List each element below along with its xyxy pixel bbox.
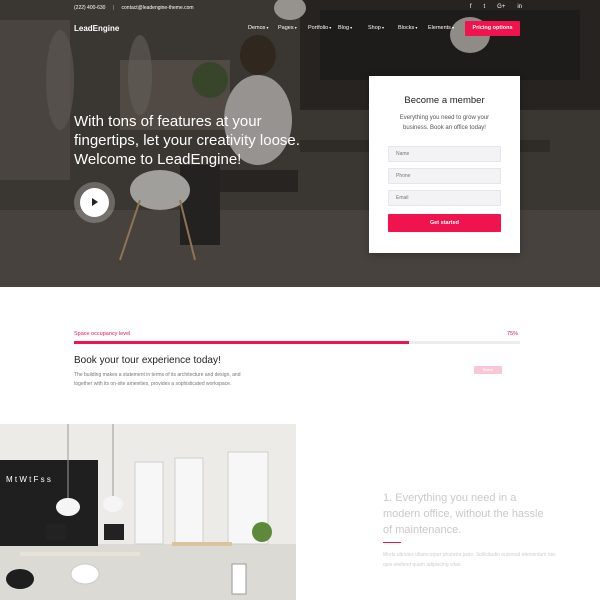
feature-title: 1. Everything you need in a modern offic… bbox=[383, 492, 544, 536]
office-illustration: M t W t F s s bbox=[0, 424, 296, 600]
play-video-button[interactable] bbox=[74, 182, 115, 223]
email-field[interactable]: Email bbox=[388, 190, 501, 206]
svg-text:M t W t F s s: M t W t F s s bbox=[6, 475, 51, 484]
feature-description: Morbi ultricies ullamcorper pharetra jus… bbox=[383, 552, 556, 568]
nav-item-blocks[interactable]: Blocks bbox=[398, 25, 428, 31]
progress-fill bbox=[74, 341, 409, 344]
tour-description: The building makes a statement in terms … bbox=[74, 372, 241, 387]
facebook-icon[interactable]: f bbox=[470, 4, 472, 10]
site-logo[interactable]: LeadEngine bbox=[74, 24, 119, 33]
topbar: (222) 400-630 | contact@leadengine-theme… bbox=[74, 5, 200, 11]
tour-title: Book your tour experience today! bbox=[74, 355, 221, 366]
progress-label: Space occupancy level bbox=[74, 331, 131, 337]
google-plus-icon[interactable]: G+ bbox=[497, 4, 505, 10]
nav-item-pages[interactable]: Pages bbox=[278, 25, 308, 31]
linkedin-icon[interactable]: in bbox=[517, 4, 522, 10]
nav-item-elements[interactable]: Elements bbox=[428, 25, 458, 31]
phone-field[interactable]: Phone bbox=[388, 168, 501, 184]
social-links: f t G+ in bbox=[470, 4, 522, 10]
hero-section: (222) 400-630 | contact@leadengine-theme… bbox=[0, 0, 600, 287]
topbar-separator: | bbox=[112, 5, 115, 11]
get-started-button[interactable]: Get started bbox=[388, 214, 501, 232]
signup-card: Become a member Everything you need to g… bbox=[369, 76, 520, 253]
nav-item-blog[interactable]: Blog bbox=[338, 25, 368, 31]
play-button-circle bbox=[80, 188, 109, 217]
name-field[interactable]: Name bbox=[388, 146, 501, 162]
office-image: M t W t F s s bbox=[0, 424, 296, 600]
signup-title: Become a member bbox=[404, 95, 485, 106]
topbar-phone[interactable]: (222) 400-630 bbox=[74, 5, 105, 11]
signup-text: Everything you need to grow your busines… bbox=[399, 115, 490, 131]
topbar-email[interactable]: contact@leadengine-theme.com bbox=[122, 5, 194, 11]
feature-accent-line bbox=[383, 542, 401, 543]
hero-title: With tons of features at your fingertips… bbox=[74, 113, 300, 168]
pricing-options-button[interactable]: Pricing options bbox=[465, 21, 520, 36]
progress-track bbox=[74, 341, 520, 344]
tour-button[interactable]: Button bbox=[474, 366, 502, 374]
nav-item-portfolio[interactable]: Portfolio bbox=[308, 25, 338, 31]
twitter-icon[interactable]: t bbox=[483, 4, 485, 10]
nav-item-shop[interactable]: Shop bbox=[368, 25, 398, 31]
play-icon bbox=[92, 198, 98, 206]
progress-percent: 75% bbox=[507, 331, 519, 337]
nav-item-demos[interactable]: Demos bbox=[248, 25, 278, 31]
main-nav: Demos Pages Portfolio Blog Shop Blocks E… bbox=[248, 25, 458, 31]
